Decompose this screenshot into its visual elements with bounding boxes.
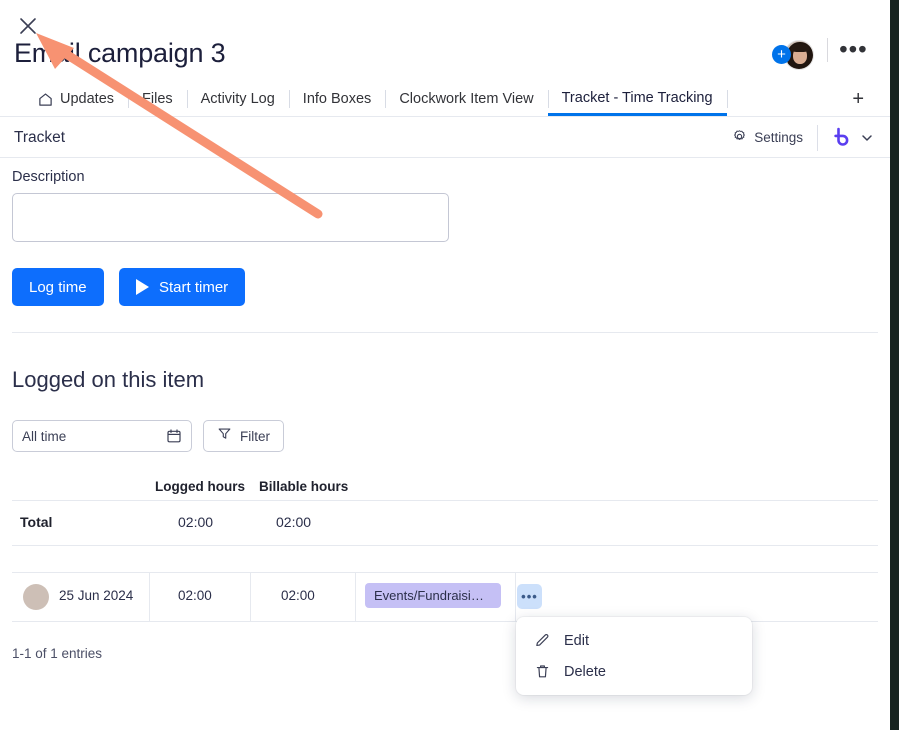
- tracket-logo-icon[interactable]: [818, 127, 860, 149]
- add-user-button[interactable]: +: [772, 45, 791, 64]
- start-timer-button[interactable]: Start timer: [119, 268, 246, 306]
- tab-files[interactable]: Files: [128, 82, 187, 116]
- tab-clockwork-item-view[interactable]: Clockwork Item View: [385, 82, 547, 116]
- filter-button[interactable]: Filter: [203, 420, 284, 452]
- description-label: Description: [12, 169, 85, 185]
- entry-billable-hours: 02:00: [281, 588, 315, 603]
- entry-logged-hours: 02:00: [178, 588, 212, 603]
- row-actions-button[interactable]: •••: [517, 584, 542, 609]
- pencil-icon: [534, 632, 551, 649]
- entries-summary: 1-1 of 1 entries: [12, 646, 103, 661]
- section-title: Logged on this item: [12, 367, 205, 392]
- home-icon: [38, 92, 53, 107]
- settings-label: Settings: [754, 130, 803, 145]
- date-range-value: All time: [22, 428, 67, 444]
- app-name: Tracket: [14, 128, 66, 146]
- section-divider: [12, 332, 878, 333]
- total-billable-hours: 02:00: [276, 514, 312, 530]
- total-logged-hours: 02:00: [178, 514, 214, 530]
- tab-label: Files: [142, 91, 173, 107]
- column-header-logged-hours: Logged hours: [155, 479, 245, 494]
- avatar: [23, 584, 49, 610]
- table-divider: [12, 500, 878, 501]
- date-range-select[interactable]: All time: [12, 420, 192, 452]
- item-modal: Email campaign 3 + ••• Updates Files Act…: [0, 0, 890, 730]
- tab-updates[interactable]: Updates: [24, 82, 128, 116]
- row-context-menu: Edit Delete: [516, 617, 752, 695]
- table-divider: [12, 545, 878, 546]
- play-icon: [136, 279, 149, 295]
- description-input[interactable]: [12, 193, 449, 242]
- column-header-billable-hours: Billable hours: [259, 479, 349, 494]
- tab-divider: [726, 82, 728, 116]
- settings-button[interactable]: Settings: [732, 129, 817, 147]
- filter-label: Filter: [240, 428, 270, 444]
- app-header-actions: Settings: [732, 124, 890, 151]
- tab-label: Clockwork Item View: [399, 91, 534, 107]
- header-divider: [827, 38, 828, 62]
- tab-info-boxes[interactable]: Info Boxes: [288, 82, 386, 116]
- table-row: 25 Jun 2024 02:00 02:00 Events/Fundraisi…: [12, 573, 878, 621]
- cell-divider: [355, 573, 356, 621]
- start-timer-label: Start timer: [159, 278, 229, 296]
- menu-item-label: Edit: [564, 632, 589, 649]
- calendar-icon: [166, 428, 182, 444]
- cell-divider: [250, 573, 251, 621]
- app-header: Tracket Settings: [0, 118, 890, 158]
- entry-date: 25 Jun 2024: [59, 588, 134, 603]
- funnel-icon: [217, 426, 232, 446]
- menu-item-edit[interactable]: Edit: [516, 625, 752, 656]
- avatar-group: +: [772, 40, 814, 70]
- log-time-button[interactable]: Log time: [12, 268, 104, 306]
- tab-label: Info Boxes: [302, 91, 372, 107]
- tab-label: Tracket - Time Tracking: [561, 89, 713, 106]
- page-title: Email campaign 3: [14, 38, 226, 68]
- table-header-row: Logged hours Billable hours: [0, 479, 890, 499]
- tab-tracket-time-tracking[interactable]: Tracket - Time Tracking: [547, 82, 727, 116]
- entry-tag[interactable]: Events/Fundraisi…: [365, 583, 501, 608]
- more-options-icon[interactable]: •••: [839, 38, 868, 61]
- gear-icon: [732, 129, 747, 147]
- page-background-strip: [890, 0, 899, 730]
- add-tab-button[interactable]: +: [852, 82, 864, 116]
- tab-bar: Updates Files Activity Log Info Boxes Cl…: [0, 82, 890, 117]
- chevron-down-icon[interactable]: [860, 131, 876, 145]
- trash-icon: [534, 663, 551, 680]
- tab-activity-log[interactable]: Activity Log: [186, 82, 289, 116]
- close-icon[interactable]: [16, 14, 40, 38]
- cell-divider: [149, 573, 150, 621]
- cell-divider: [515, 573, 516, 621]
- total-label: Total: [20, 514, 53, 530]
- menu-item-label: Delete: [564, 663, 606, 680]
- menu-item-delete[interactable]: Delete: [516, 656, 752, 687]
- tab-label: Activity Log: [200, 91, 275, 107]
- tab-label: Updates: [60, 91, 115, 107]
